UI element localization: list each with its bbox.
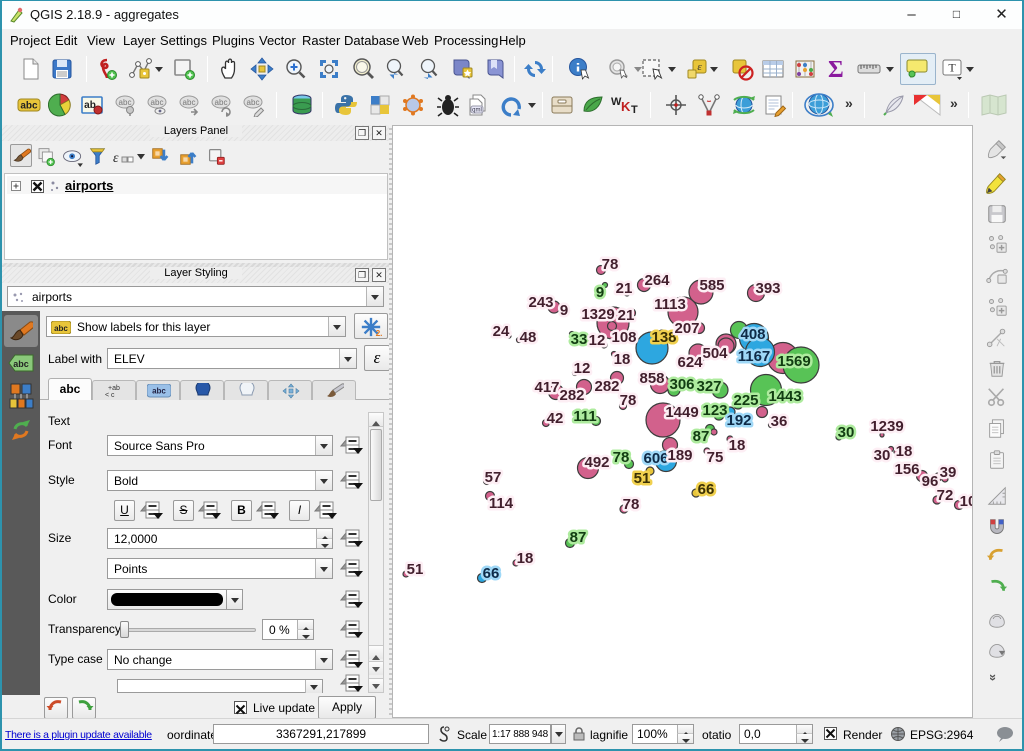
svg-text:48: 48 xyxy=(520,329,537,346)
svg-text:156: 156 xyxy=(894,461,919,478)
svg-text:42: 42 xyxy=(547,410,564,427)
svg-text:123: 123 xyxy=(702,402,727,419)
svg-text:78: 78 xyxy=(623,496,640,513)
svg-text:858: 858 xyxy=(639,370,664,387)
svg-text:585: 585 xyxy=(699,277,724,294)
svg-text:abc: abc xyxy=(152,387,166,396)
svg-text:189: 189 xyxy=(667,447,692,464)
svg-text:492: 492 xyxy=(584,454,609,471)
svg-text:327: 327 xyxy=(696,378,721,395)
svg-text:417: 417 xyxy=(534,379,559,396)
svg-text:K: K xyxy=(621,99,631,114)
svg-text:87: 87 xyxy=(570,529,587,546)
svg-text:+ab: +ab xyxy=(108,385,120,392)
svg-text:abc: abc xyxy=(247,98,260,107)
svg-text:12: 12 xyxy=(589,332,606,349)
svg-text:ε: ε xyxy=(697,61,702,73)
svg-text:18: 18 xyxy=(729,437,746,454)
svg-text:10: 10 xyxy=(960,493,972,510)
svg-text:306: 306 xyxy=(669,376,694,393)
svg-text:243: 243 xyxy=(528,294,553,311)
svg-text:51: 51 xyxy=(407,561,424,578)
svg-text:114: 114 xyxy=(489,495,514,512)
svg-text:1449: 1449 xyxy=(665,404,698,421)
svg-text:72: 72 xyxy=(937,487,954,504)
svg-text:51: 51 xyxy=(634,470,651,487)
svg-text:12: 12 xyxy=(574,360,591,377)
svg-text:18: 18 xyxy=(517,550,534,567)
svg-text:21: 21 xyxy=(616,280,633,297)
svg-text:abc: abc xyxy=(215,98,228,107)
svg-text:75: 75 xyxy=(707,449,724,466)
svg-text:624: 624 xyxy=(677,354,703,371)
svg-text:abc: abc xyxy=(119,98,132,107)
svg-text:66: 66 xyxy=(483,565,500,582)
svg-text:39: 39 xyxy=(940,464,957,481)
svg-text:abc: abc xyxy=(20,101,38,112)
svg-text:1239: 1239 xyxy=(870,418,903,435)
svg-text:282: 282 xyxy=(594,378,619,395)
svg-text:393: 393 xyxy=(755,280,780,297)
svg-text:24: 24 xyxy=(493,323,510,340)
svg-text:108: 108 xyxy=(611,329,636,346)
svg-text:abc: abc xyxy=(151,98,164,107)
svg-text:18: 18 xyxy=(896,443,913,460)
svg-text:282: 282 xyxy=(559,387,584,404)
svg-text:66: 66 xyxy=(698,481,715,498)
svg-text:18: 18 xyxy=(614,351,631,368)
svg-text:abc: abc xyxy=(183,98,196,107)
svg-text:30: 30 xyxy=(874,447,891,464)
svg-text:abc: abc xyxy=(13,359,29,369)
svg-text:78: 78 xyxy=(613,449,630,466)
svg-text:33: 33 xyxy=(571,331,588,348)
svg-text:T: T xyxy=(631,104,638,116)
svg-text:qml: qml xyxy=(472,108,482,114)
svg-text:21: 21 xyxy=(618,307,635,324)
svg-text:87: 87 xyxy=(693,428,710,445)
svg-text:57: 57 xyxy=(485,469,502,486)
svg-text:< c: < c xyxy=(105,392,115,399)
svg-text:T: T xyxy=(948,61,956,75)
svg-text:264: 264 xyxy=(644,272,670,289)
svg-text:78: 78 xyxy=(602,256,619,273)
svg-text:78: 78 xyxy=(620,392,637,409)
svg-text:192: 192 xyxy=(726,412,751,429)
svg-text:abc: abc xyxy=(54,324,68,333)
svg-text:504: 504 xyxy=(702,345,728,362)
svg-text:207: 207 xyxy=(674,320,699,337)
svg-text:225: 225 xyxy=(733,392,758,409)
svg-text:1569: 1569 xyxy=(777,353,810,370)
svg-text:1113: 1113 xyxy=(654,296,686,313)
svg-text:408: 408 xyxy=(740,326,765,343)
svg-text:111: 111 xyxy=(573,408,596,425)
svg-text:30: 30 xyxy=(838,424,855,441)
svg-text:36: 36 xyxy=(771,413,788,430)
svg-text:1329: 1329 xyxy=(581,306,614,323)
svg-text:1443: 1443 xyxy=(768,388,801,405)
svg-text:606: 606 xyxy=(643,450,668,467)
svg-text:138: 138 xyxy=(651,329,676,346)
svg-text:9: 9 xyxy=(596,284,604,301)
svg-text:9: 9 xyxy=(560,302,568,319)
svg-text:ε: ε xyxy=(113,151,119,166)
svg-text:2.0: 2.0 xyxy=(376,329,382,338)
svg-text:1167: 1167 xyxy=(738,348,771,365)
